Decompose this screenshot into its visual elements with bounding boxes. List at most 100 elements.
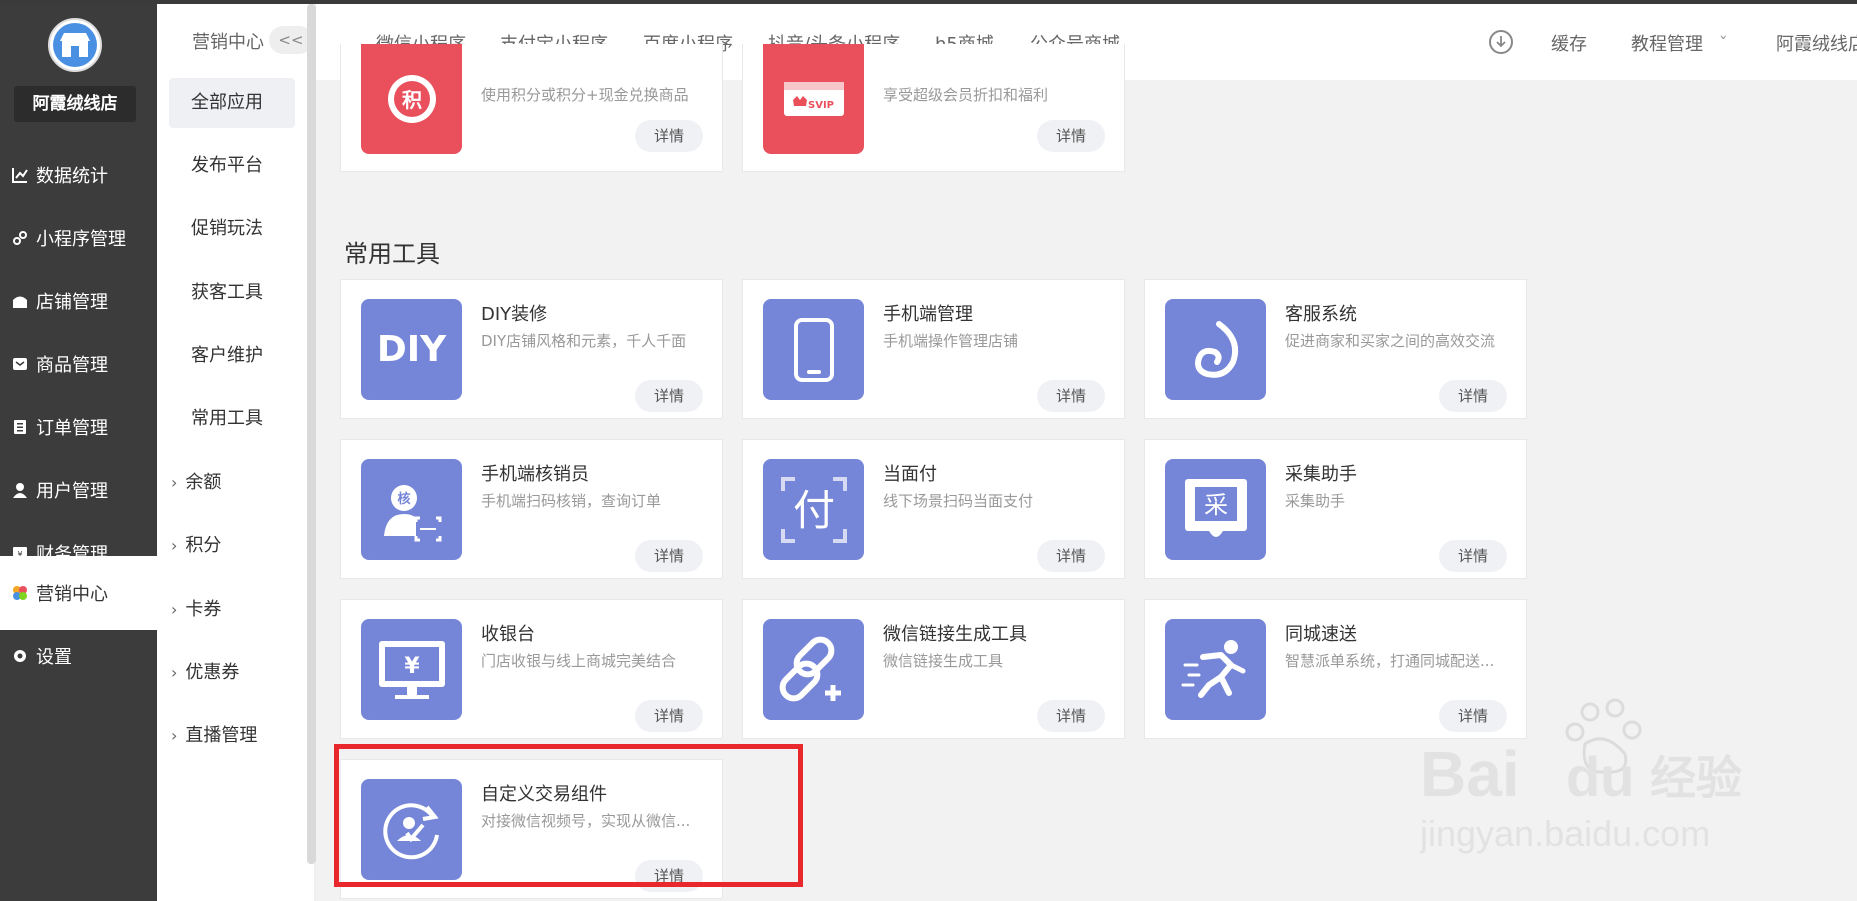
submenu-scrollbar[interactable] — [307, 4, 316, 864]
detail-button[interactable]: 详情 — [1037, 120, 1105, 152]
nav-label: 店铺管理 — [36, 292, 108, 313]
submenu-group-coupons[interactable]: › 优惠券 — [171, 658, 239, 684]
nav-label: 数据统计 — [36, 166, 108, 187]
svip-icon: SVIP — [763, 44, 864, 154]
submenu-customer-care[interactable]: 客户维护 — [169, 331, 295, 381]
collect-icon-glyph: 采 — [1204, 491, 1228, 519]
svg-text:du: du — [1566, 745, 1634, 808]
nav-label: 用户管理 — [36, 481, 108, 502]
main-sidebar: 阿霞绒线店 数据统计 小程序管理 店铺管理 商品管理 订单管理 用户管理 ¥ 财… — [0, 4, 157, 901]
app-card-points-mall[interactable]: 积 使用积分或积分+现金兑换商品 详情 — [340, 44, 723, 172]
nav-label: 设置 — [36, 647, 72, 668]
submenu-group-balance[interactable]: › 余额 — [171, 468, 221, 494]
card-desc: DIY店铺风格和元素，千人千面 — [481, 332, 687, 350]
card-desc: 采集助手 — [1285, 492, 1346, 510]
app-card-svip[interactable]: SVIP 享受超级会员折扣和福利 详情 — [742, 44, 1125, 172]
card-title: 收银台 — [481, 624, 535, 645]
nav-label: 商品管理 — [36, 355, 108, 376]
nav-label: 订单管理 — [36, 418, 108, 439]
tool-card-collector[interactable]: 采 采集助手 采集助手 详情 — [1144, 439, 1527, 579]
submenu-publish[interactable]: 发布平台 — [169, 141, 295, 191]
svip-icon-label: SVIP — [808, 100, 834, 111]
tool-card-diy[interactable]: DIY DIY装修 DIY店铺风格和元素，千人千面 详情 — [340, 279, 723, 419]
face-pay-icon: 付 — [763, 459, 864, 560]
cashier-icon: ¥ — [361, 619, 462, 720]
card-desc: 享受超级会员折扣和福利 — [883, 86, 1049, 104]
submenu-title: 营销中心 — [192, 32, 264, 53]
submenu-group-points[interactable]: › 积分 — [171, 531, 221, 557]
card-title: 客服系统 — [1285, 304, 1357, 325]
tool-card-mobile-manage[interactable]: 手机端管理 手机端操作管理店铺 详情 — [742, 279, 1125, 419]
chevron-right-icon: › — [171, 536, 178, 555]
detail-button[interactable]: 详情 — [635, 120, 703, 152]
card-desc: 使用积分或积分+现金兑换商品 — [481, 86, 689, 104]
section-title-common-tools: 常用工具 — [344, 240, 440, 268]
tool-card-customer-service[interactable]: 客服系统 促进商家和买家之间的高效交流 详情 — [1144, 279, 1527, 419]
detail-button[interactable]: 详情 — [1439, 380, 1507, 412]
chevron-right-icon: › — [171, 663, 178, 682]
card-desc: 微信链接生成工具 — [883, 652, 1004, 670]
tool-card-verifier[interactable]: 核 手机端核销员 手机端扫码核销，查询订单 详情 — [340, 439, 723, 579]
submenu-all-apps[interactable]: 全部应用 — [169, 78, 295, 128]
link-icon — [10, 228, 30, 248]
submenu-group-cards[interactable]: › 卡券 — [171, 595, 221, 621]
card-desc: 线下场景扫码当面支付 — [883, 492, 1034, 510]
shop-logo[interactable] — [48, 18, 102, 72]
cache-button[interactable]: 缓存 — [1551, 30, 1587, 56]
nav-settings[interactable]: 设置 — [0, 619, 157, 693]
diy-icon: DIY — [361, 299, 462, 400]
svg-text:jingyan.baidu.com: jingyan.baidu.com — [1420, 813, 1710, 854]
shop-switcher[interactable]: 阿霞绒线店 — [1776, 30, 1857, 56]
tool-card-wechat-link[interactable]: 微信链接生成工具 微信链接生成工具 详情 — [742, 599, 1125, 739]
marketing-icon — [10, 583, 30, 603]
chevron-right-icon: › — [171, 600, 178, 619]
collect-icon: 采 — [1165, 459, 1266, 560]
detail-button[interactable]: 详情 — [635, 700, 703, 732]
card-desc: 促进商家和买家之间的高效交流 — [1285, 332, 1496, 350]
detail-button[interactable]: 详情 — [1037, 380, 1105, 412]
verifier-icon: 核 — [361, 459, 462, 560]
submenu-promotions[interactable]: 促销玩法 — [169, 204, 295, 254]
chevron-right-icon: › — [171, 473, 178, 492]
card-desc: 手机端扫码核销，查询订单 — [481, 492, 662, 510]
tutorial-menu[interactable]: 教程管理 ˇ — [1631, 30, 1728, 56]
card-title: DIY装修 — [481, 304, 548, 325]
submenu-acquisition[interactable]: 获客工具 — [169, 268, 295, 318]
card-desc: 智慧派单系统，打通同城配送... — [1285, 652, 1495, 670]
submenu-tools[interactable]: 常用工具 — [169, 394, 295, 444]
baidu-watermark-logo: Bai du 经验 jingyan.baidu.com — [1420, 698, 1742, 854]
card-title: 手机端管理 — [883, 304, 973, 325]
tool-card-face-pay[interactable]: 付 当面付 线下场景扫码当面支付 详情 — [742, 439, 1125, 579]
phone-icon — [763, 299, 864, 400]
shop-name-badge[interactable]: 阿霞绒线店 — [14, 86, 136, 122]
nav-label: 营销中心 — [36, 584, 108, 605]
chevron-right-icon: › — [171, 726, 178, 745]
group-label: 优惠券 — [185, 662, 240, 683]
card-desc: 门店收银与线上商城完美结合 — [481, 652, 677, 670]
detail-button[interactable]: 详情 — [635, 380, 703, 412]
detail-button[interactable]: 详情 — [1439, 540, 1507, 572]
card-title: 微信链接生成工具 — [883, 624, 1027, 645]
order-icon — [10, 417, 30, 437]
chain-link-icon — [763, 619, 864, 720]
card-desc: 手机端操作管理店铺 — [883, 332, 1019, 350]
settings-icon — [10, 646, 30, 666]
card-title: 采集助手 — [1285, 464, 1357, 485]
detail-button[interactable]: 详情 — [1037, 700, 1105, 732]
diy-icon-glyph: DIY — [376, 329, 447, 370]
chevron-down-icon: ˇ — [1718, 34, 1728, 55]
chart-icon — [10, 165, 30, 185]
user-icon — [10, 480, 30, 500]
submenu-group-live[interactable]: › 直播管理 — [171, 721, 257, 747]
box-icon — [10, 354, 30, 374]
group-label: 积分 — [185, 535, 222, 556]
tool-card-cashier[interactable]: ¥ 收银台 门店收银与线上商城完美结合 详情 — [340, 599, 723, 739]
download-icon[interactable] — [1489, 30, 1513, 54]
delivery-icon — [1165, 619, 1266, 720]
card-title: 同城速送 — [1285, 624, 1357, 645]
store-icon — [10, 291, 30, 311]
group-label: 直播管理 — [185, 725, 258, 746]
detail-button[interactable]: 详情 — [1037, 540, 1105, 572]
tutorial-label: 教程管理 — [1631, 34, 1703, 55]
detail-button[interactable]: 详情 — [635, 540, 703, 572]
